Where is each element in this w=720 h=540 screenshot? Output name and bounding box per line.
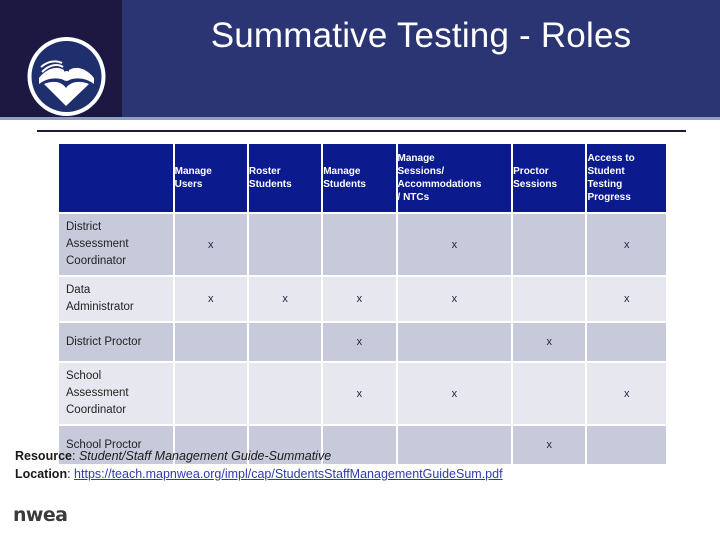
table-row: School Assessment Coordinator x x x	[59, 363, 666, 424]
role-line: Assessment	[66, 387, 129, 399]
header-line: Manage	[174, 166, 212, 177]
table-header-row: Manage Users Roster Students Manage Stud…	[59, 144, 666, 212]
header-cell-roster-students: Roster Students	[248, 144, 322, 212]
header-cell-manage-users: Manage Users	[174, 144, 247, 212]
table-row: Data Administrator x x x x x	[59, 277, 666, 321]
permission-cell	[248, 323, 322, 361]
header-line: Users	[174, 179, 203, 190]
permission-cell: x	[397, 277, 512, 321]
location-label: Location	[15, 467, 68, 481]
roles-matrix-table: Manage Users Roster Students Manage Stud…	[57, 142, 668, 466]
permission-cell	[513, 214, 586, 275]
header-cell-manage-students: Manage Students	[323, 144, 396, 212]
header-line: Manage	[397, 153, 435, 164]
header-line: Roster	[248, 166, 281, 177]
slide-header-banner: Summative Testing - Roles	[0, 0, 720, 117]
header-line: Students	[248, 179, 292, 190]
permission-cell: x	[248, 277, 322, 321]
permission-cell: x	[323, 277, 396, 321]
page-title: Summative Testing - Roles	[210, 16, 632, 55]
header-line: Sessions	[513, 179, 558, 190]
header-line: Proctor	[513, 166, 549, 177]
role-line: Administrator	[66, 301, 134, 313]
permission-cell	[587, 323, 666, 361]
header-cell-manage-sessions: Manage Sessions/ Accommodations / NTCs	[397, 144, 512, 212]
table-header: Manage Users Roster Students Manage Stud…	[59, 144, 666, 212]
permission-cell: x	[513, 426, 586, 464]
table-row: District Assessment Coordinator x x x	[59, 214, 666, 275]
permission-cell: x	[323, 363, 396, 424]
permission-cell	[248, 214, 322, 275]
role-line: Assessment	[66, 238, 129, 250]
permission-cell	[323, 214, 396, 275]
header-line: Access to	[587, 153, 635, 164]
header-cell-proctor-sessions: Proctor Sessions	[513, 144, 586, 212]
role-line: District Proctor	[66, 335, 142, 348]
role-line: Data	[66, 284, 91, 296]
role-line: District	[66, 221, 102, 233]
role-line: School	[66, 370, 102, 382]
location-line: Location: https://teach.mapnwea.org/impl…	[15, 465, 503, 483]
nwea-wordmark: nwea	[13, 504, 68, 526]
permission-cell	[513, 363, 586, 424]
permission-cell: x	[587, 277, 666, 321]
resource-label: Resource	[15, 449, 72, 463]
permission-cell	[397, 323, 512, 361]
nwea-book-emblem-icon	[26, 36, 107, 117]
header-line: Sessions/	[397, 166, 445, 177]
permission-cell: x	[397, 363, 512, 424]
location-separator: :	[67, 467, 75, 481]
permission-cell: x	[323, 323, 396, 361]
role-line: Coordinator	[66, 404, 127, 416]
header-line: Accommodations	[397, 179, 482, 190]
role-name-cell: District Proctor	[59, 323, 173, 361]
table-row: District Proctor x x	[59, 323, 666, 361]
permission-cell	[513, 277, 586, 321]
role-name-cell: District Assessment Coordinator	[59, 214, 173, 275]
permission-cell	[248, 363, 322, 424]
role-name-cell: Data Administrator	[59, 277, 173, 321]
header-bottom-rule	[0, 117, 720, 120]
resource-line: Resource: Student/Staff Management Guide…	[15, 447, 503, 465]
role-name-cell: School Assessment Coordinator	[59, 363, 173, 424]
header-line: Students	[323, 179, 366, 190]
permission-cell: x	[174, 277, 247, 321]
location-url-link[interactable]: https://teach.mapnwea.org/impl/cap/Stude…	[74, 467, 503, 481]
resource-separator: :	[71, 449, 79, 463]
header-line: Testing	[587, 179, 623, 190]
permission-cell: x	[397, 214, 512, 275]
header-line: Manage	[323, 166, 361, 177]
header-line: / NTCs	[397, 192, 430, 203]
footer-resource-block: Resource: Student/Staff Management Guide…	[15, 447, 503, 483]
permission-cell: x	[587, 214, 666, 275]
header-cell-access-progress: Access to Student Testing Progress	[587, 144, 666, 212]
permission-cell: x	[513, 323, 586, 361]
permission-cell: x	[587, 363, 666, 424]
table-body: District Assessment Coordinator x x x Da…	[59, 214, 666, 464]
header-line: Student	[587, 166, 625, 177]
permission-cell	[174, 363, 247, 424]
resource-value: Student/Staff Management Guide-Summative	[78, 449, 332, 463]
permission-cell	[587, 426, 666, 464]
header-cell-corner	[59, 144, 173, 212]
content-divider	[37, 130, 686, 132]
header-line: Progress	[587, 192, 631, 203]
permission-cell: x	[174, 214, 247, 275]
role-line: Coordinator	[66, 255, 127, 267]
permission-cell	[174, 323, 247, 361]
